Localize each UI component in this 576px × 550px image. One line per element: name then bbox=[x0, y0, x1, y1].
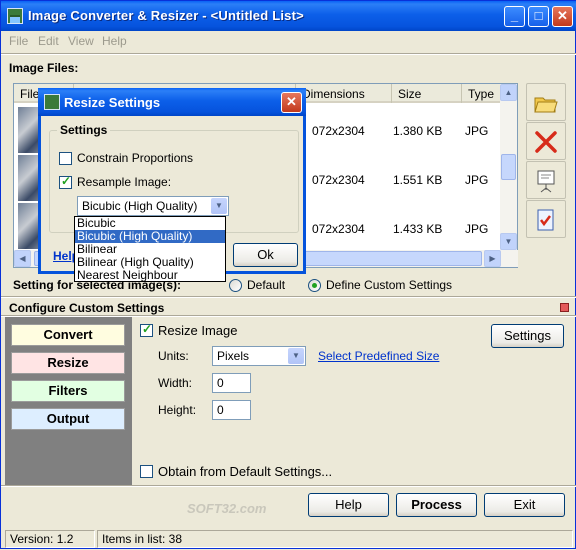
row-dimensions: 072x2304 bbox=[312, 173, 365, 187]
row-type: JPG bbox=[465, 173, 489, 187]
resample-dropdown-list[interactable]: Bicubic Bicubic (High Quality) Bilinear … bbox=[74, 216, 226, 282]
title-bar[interactable]: Image Converter & Resizer - <Untitled Li… bbox=[1, 1, 576, 31]
chevron-down-icon[interactable]: ▼ bbox=[211, 198, 227, 214]
row-type: JPG bbox=[465, 222, 489, 236]
column-size[interactable]: Size bbox=[392, 84, 462, 103]
minimize-button[interactable]: _ bbox=[504, 6, 525, 27]
menu-help[interactable]: Help bbox=[102, 34, 127, 48]
constrain-checkbox[interactable] bbox=[59, 152, 72, 165]
exit-button[interactable]: Exit bbox=[484, 493, 565, 517]
presentation-icon bbox=[537, 170, 555, 193]
dropdown-option[interactable]: Nearest Neighbour bbox=[75, 269, 225, 282]
configure-label: Configure Custom Settings bbox=[9, 301, 165, 315]
watermark: SOFT32.com bbox=[187, 501, 267, 516]
folder-open-icon bbox=[534, 97, 558, 113]
constrain-label: Constrain Proportions bbox=[77, 151, 194, 165]
status-bar: Version: 1.2 Items in list: 38 bbox=[1, 527, 576, 550]
row-size: 1.433 KB bbox=[393, 222, 443, 236]
column-dimensions[interactable]: Dimensions bbox=[296, 84, 392, 103]
section-divider bbox=[1, 296, 576, 298]
collapse-icon[interactable] bbox=[560, 303, 569, 312]
process-button[interactable]: Process bbox=[396, 493, 477, 517]
menu-edit[interactable]: Edit bbox=[38, 34, 59, 48]
version-status: Version: 1.2 bbox=[5, 530, 95, 548]
scroll-down-icon[interactable]: ▼ bbox=[500, 233, 517, 250]
maximize-button[interactable]: □ bbox=[528, 6, 549, 27]
preview-button[interactable] bbox=[526, 161, 566, 199]
settings-button[interactable]: Settings bbox=[491, 324, 564, 348]
units-value: Pixels bbox=[217, 349, 250, 363]
items-status: Items in list: 38 bbox=[97, 530, 573, 548]
resample-checkbox[interactable] bbox=[59, 174, 72, 189]
checklist-icon bbox=[537, 209, 554, 231]
resize-image-checkbox[interactable] bbox=[140, 322, 153, 337]
radio-custom[interactable] bbox=[308, 279, 321, 292]
add-folder-button[interactable] bbox=[526, 83, 566, 121]
dialog-title-bar[interactable]: Resize Settings ✕ bbox=[38, 88, 306, 116]
select-predefined-size-link[interactable]: Select Predefined Size bbox=[318, 349, 439, 363]
check-list-button[interactable] bbox=[526, 200, 566, 238]
menu-file[interactable]: File bbox=[9, 34, 28, 48]
obtain-default-checkbox[interactable] bbox=[140, 465, 153, 478]
resample-select[interactable]: Bicubic (High Quality) ▼ bbox=[77, 196, 229, 216]
menu-divider bbox=[1, 53, 576, 55]
category-panel: Convert Resize Filters Output bbox=[5, 317, 132, 485]
tab-convert[interactable]: Convert bbox=[11, 324, 125, 346]
tab-filters[interactable]: Filters bbox=[11, 380, 125, 402]
column-type[interactable]: Type bbox=[462, 84, 502, 103]
resize-image-label: Resize Image bbox=[158, 323, 238, 338]
close-button[interactable]: ✕ bbox=[552, 6, 573, 27]
tab-output[interactable]: Output bbox=[11, 408, 125, 430]
delete-icon bbox=[535, 131, 557, 153]
help-button[interactable]: Help bbox=[308, 493, 389, 517]
radio-custom-label: Define Custom Settings bbox=[326, 278, 453, 292]
menu-bar: File Edit View Help bbox=[1, 31, 576, 51]
resample-label: Resample Image: bbox=[77, 175, 172, 189]
bottom-divider bbox=[1, 485, 576, 487]
obtain-default-label: Obtain from Default Settings... bbox=[158, 464, 333, 479]
tab-resize[interactable]: Resize bbox=[11, 352, 125, 374]
row-size: 1.380 KB bbox=[393, 124, 443, 138]
row-type: JPG bbox=[465, 124, 489, 138]
height-label: Height: bbox=[158, 403, 197, 417]
app-icon bbox=[7, 8, 23, 24]
radio-default[interactable] bbox=[229, 279, 242, 292]
remove-button[interactable] bbox=[526, 122, 566, 160]
row-dimensions: 072x2304 bbox=[312, 222, 365, 236]
dialog-app-icon bbox=[44, 94, 60, 110]
chevron-down-icon[interactable]: ▼ bbox=[288, 348, 304, 364]
resample-value: Bicubic (High Quality) bbox=[82, 199, 198, 213]
width-field[interactable]: 0 bbox=[212, 373, 251, 393]
scroll-up-icon[interactable]: ▲ bbox=[500, 84, 517, 101]
width-label: Width: bbox=[158, 376, 193, 390]
dialog-close-button[interactable]: ✕ bbox=[281, 92, 302, 113]
row-dimensions: 072x2304 bbox=[312, 124, 365, 138]
scroll-right-icon[interactable]: ▶ bbox=[484, 250, 501, 267]
scroll-thumb[interactable] bbox=[501, 154, 516, 180]
row-size: 1.551 KB bbox=[393, 173, 443, 187]
radio-default-label: Default bbox=[247, 278, 286, 292]
ok-button[interactable]: Ok bbox=[233, 243, 298, 267]
units-select[interactable]: Pixels ▼ bbox=[212, 346, 306, 366]
units-label: Units: bbox=[158, 349, 189, 363]
menu-view[interactable]: View bbox=[68, 34, 94, 48]
image-files-label: Image Files: bbox=[9, 61, 79, 75]
dialog-title: Resize Settings bbox=[64, 95, 161, 110]
scroll-left-icon[interactable]: ◀ bbox=[14, 250, 31, 267]
vertical-scrollbar[interactable]: ▲ ▼ bbox=[500, 84, 517, 250]
height-field[interactable]: 0 bbox=[212, 400, 251, 420]
settings-group-label: Settings bbox=[57, 123, 111, 137]
window-title: Image Converter & Resizer - <Untitled Li… bbox=[28, 8, 304, 23]
